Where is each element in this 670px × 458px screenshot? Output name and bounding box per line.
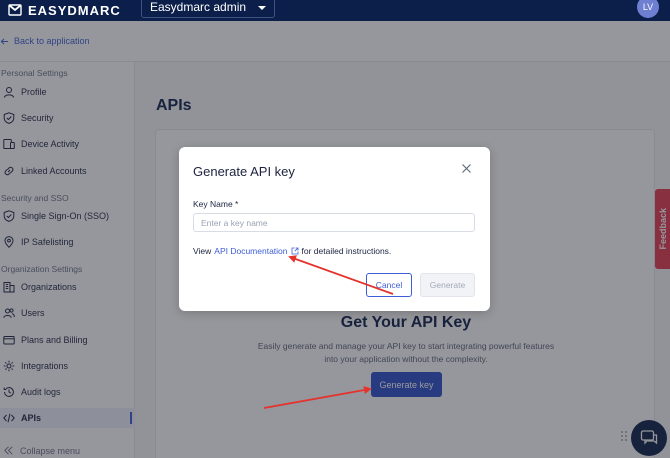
- external-link-icon[interactable]: [291, 247, 299, 255]
- logo-text: EASYDMARC: [28, 2, 121, 18]
- organization-select[interactable]: Easydmarc admin: [141, 0, 275, 18]
- easydmarc-logo-icon: [8, 4, 22, 16]
- doc-suffix: for detailed instructions.: [301, 246, 392, 256]
- top-bar: EASYDMARC Easydmarc admin LV: [0, 0, 670, 21]
- documentation-hint: View API Documentation for detailed inst…: [193, 246, 391, 256]
- generate-api-key-dialog: Generate API key Key Name * View API Doc…: [179, 147, 490, 311]
- close-icon[interactable]: [461, 163, 472, 174]
- caret-down-icon: [258, 6, 266, 10]
- api-documentation-link[interactable]: API Documentation: [214, 246, 287, 256]
- key-name-label: Key Name *: [193, 199, 239, 209]
- avatar[interactable]: LV: [637, 0, 659, 18]
- logo[interactable]: EASYDMARC: [8, 1, 121, 19]
- generate-button[interactable]: Generate: [420, 273, 475, 297]
- dialog-title: Generate API key: [193, 164, 295, 179]
- cancel-button[interactable]: Cancel: [366, 273, 412, 297]
- key-name-input[interactable]: [193, 213, 475, 232]
- doc-prefix: View: [193, 246, 212, 256]
- organization-name: Easydmarc admin: [150, 0, 247, 14]
